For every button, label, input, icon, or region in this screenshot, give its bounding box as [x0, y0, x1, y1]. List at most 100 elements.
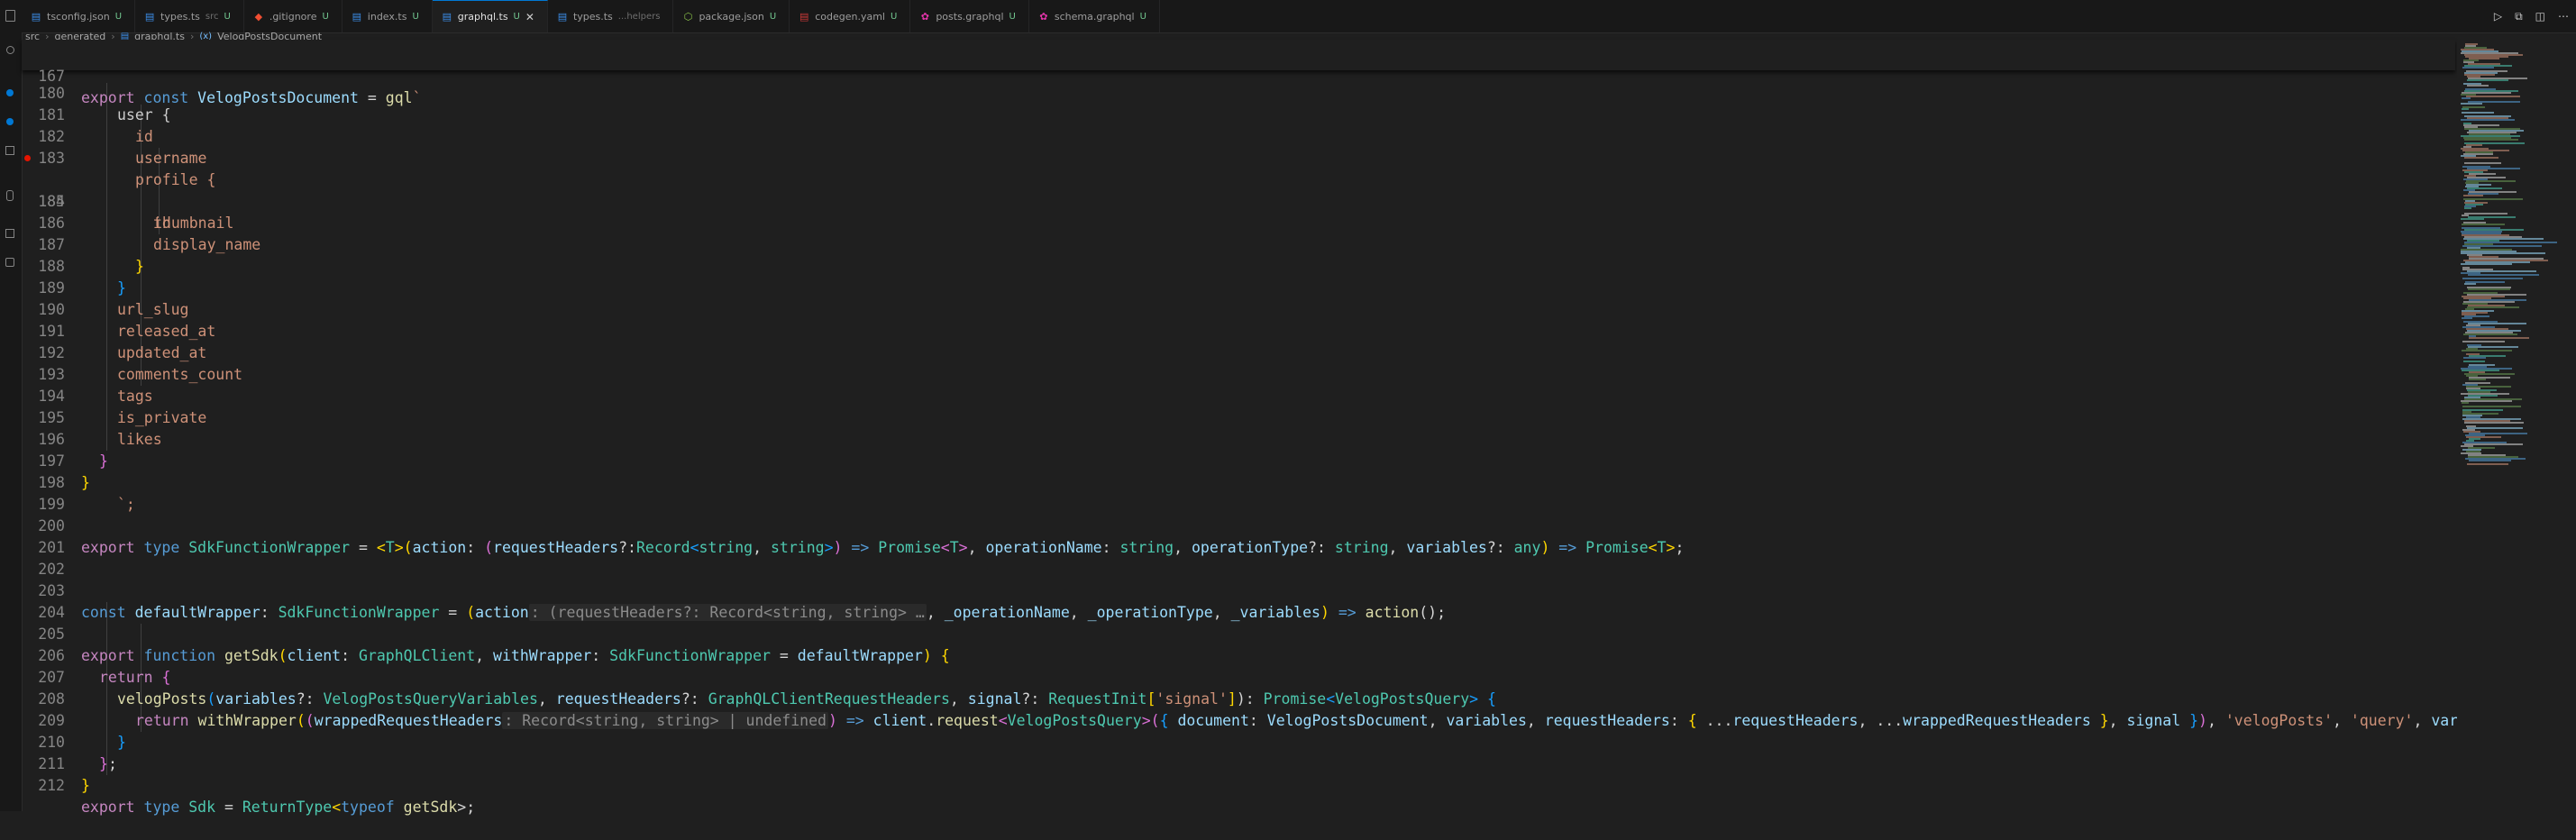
- split-editor-icon[interactable]: ◫: [2535, 10, 2545, 23]
- code-text: username: [135, 150, 207, 167]
- run-debug-icon[interactable]: [4, 115, 16, 128]
- tab-graphql-ts[interactable]: ▤ graphql.ts U ✕: [432, 0, 548, 32]
- sticky-scroll-header[interactable]: 167 export const VelogPostsDocument = gq…: [22, 40, 2455, 106]
- token: type: [134, 799, 189, 816]
- token: function: [143, 647, 216, 664]
- code-text: return withWrapper((wrappedRequestHeader…: [135, 710, 2521, 732]
- code-line: 205 export function getSdk(client: Graph…: [22, 602, 950, 664]
- token: string: [699, 539, 754, 556]
- typescript-icon: ▤: [352, 10, 361, 23]
- indent-guide: [106, 83, 107, 451]
- minimap-line: [2462, 67, 2494, 68]
- token: operationType: [1191, 539, 1309, 556]
- token: >: [1666, 539, 1676, 556]
- tab-index-ts[interactable]: ▤ index.ts U: [343, 0, 433, 32]
- code-text: profile {: [135, 171, 216, 188]
- token: 'velogPosts': [2224, 712, 2334, 729]
- code-line: 196 }: [22, 407, 108, 470]
- inlay-hint[interactable]: : Record<string, string> | undefined: [502, 712, 828, 729]
- token: string: [1119, 539, 1174, 556]
- minimap-line: [2461, 218, 2484, 220]
- token: SdkFunctionWrapper: [188, 539, 351, 556]
- code-editor[interactable]: 180 user { 181 id 182 username 183 profi…: [22, 40, 2521, 816]
- token: type: [134, 539, 189, 556]
- code-line: 189 url_slug: [22, 256, 188, 318]
- token: ,: [1212, 604, 1231, 621]
- run-icon[interactable]: ▷: [2494, 10, 2502, 23]
- minimap[interactable]: [2457, 40, 2576, 811]
- token: (: [466, 604, 476, 621]
- token: variables: [215, 690, 297, 708]
- tab-package-json[interactable]: ⬡ package.json U: [673, 0, 790, 32]
- token: (: [484, 539, 494, 556]
- token: gql: [385, 89, 413, 106]
- token: =: [358, 89, 386, 106]
- tab-status: U: [322, 11, 329, 22]
- code-text: }: [81, 777, 90, 794]
- token: ): [827, 712, 837, 729]
- tab-label: posts.graphql: [936, 10, 1004, 23]
- token: ReturnType: [242, 799, 333, 816]
- token: ?:: [1486, 539, 1514, 556]
- code-text: is_private: [117, 409, 207, 426]
- code-text: }: [135, 258, 144, 275]
- token: defaultWrapper: [797, 647, 923, 664]
- minimap-line: [2462, 112, 2494, 114]
- close-icon[interactable]: ✕: [525, 11, 534, 23]
- token: {: [152, 669, 171, 686]
- tab-posts-graphql[interactable]: ✿ posts.graphql U: [910, 0, 1029, 32]
- search-icon[interactable]: [4, 43, 16, 56]
- explorer-icon[interactable]: [4, 9, 16, 22]
- breakpoint-icon[interactable]: [24, 155, 31, 161]
- code-text: }: [81, 474, 90, 491]
- token: string: [771, 539, 825, 556]
- token: SdkFunctionWrapper: [609, 647, 771, 664]
- code-line: 211 }: [22, 732, 90, 794]
- minimap-line: [2466, 96, 2520, 97]
- code-line: 207 velogPosts(variables?: VelogPostsQue…: [22, 645, 1496, 708]
- code-text: released_at: [117, 323, 216, 340]
- testing-icon[interactable]: [4, 227, 16, 240]
- remote-icon[interactable]: [4, 189, 16, 202]
- token: :: [466, 539, 485, 556]
- docker-icon[interactable]: [4, 256, 16, 269]
- tab-schema-graphql[interactable]: ✿ schema.graphql U: [1029, 0, 1160, 32]
- code-text: updated_at: [117, 344, 207, 361]
- minimap-line: [2467, 85, 2489, 87]
- token: ]: [1227, 690, 1237, 708]
- token: <: [376, 539, 386, 556]
- tab-tsconfig-json[interactable]: ▤ tsconfig.json U: [22, 0, 136, 32]
- token: , ...: [1858, 712, 1904, 729]
- token: 'query': [2350, 712, 2414, 729]
- token: =>: [842, 539, 879, 556]
- token: wrappedRequestHeaders: [314, 712, 503, 729]
- minimap-line: [2462, 224, 2505, 225]
- tab-types-ts-src[interactable]: ▤ types.ts src U: [135, 0, 244, 32]
- token: 'signal': [1156, 690, 1228, 708]
- tab-codegen-yaml[interactable]: ▤ codegen.yaml U: [790, 0, 911, 32]
- token: <: [690, 539, 699, 556]
- tab-status: U: [513, 12, 520, 22]
- code-line: 186 display_name: [22, 191, 260, 253]
- minimap-line: [2463, 195, 2483, 196]
- minimap-line: [2462, 97, 2471, 99]
- code-line: 191 updated_at: [22, 299, 206, 361]
- code-text: comments_count: [117, 366, 243, 383]
- source-control-icon[interactable]: [4, 87, 16, 99]
- compare-icon[interactable]: ⧉: [2515, 10, 2523, 23]
- tab-types-ts-helpers[interactable]: ▤ types.ts ...helpers: [548, 0, 674, 32]
- extensions-icon[interactable]: [4, 144, 16, 157]
- inlay-hint[interactable]: : (requestHeaders?: Record<string, strin…: [528, 604, 927, 621]
- code-text: export type Sdk = ReturnType<typeof getS…: [81, 797, 475, 818]
- minimap-line: [2464, 213, 2507, 215]
- typescript-icon: ▤: [144, 10, 155, 23]
- tab-status: U: [224, 11, 231, 22]
- token: requestHeaders: [493, 539, 619, 556]
- token: typeof: [341, 799, 395, 816]
- token: VelogPostsQueryVariables: [323, 690, 538, 708]
- more-actions-icon[interactable]: ⋯: [2558, 10, 2569, 23]
- token: (: [1150, 712, 1160, 729]
- tab-label: tsconfig.json: [47, 10, 110, 23]
- tab-gitignore[interactable]: ◆ .gitignore U: [244, 0, 343, 32]
- token: getSdk: [403, 799, 458, 816]
